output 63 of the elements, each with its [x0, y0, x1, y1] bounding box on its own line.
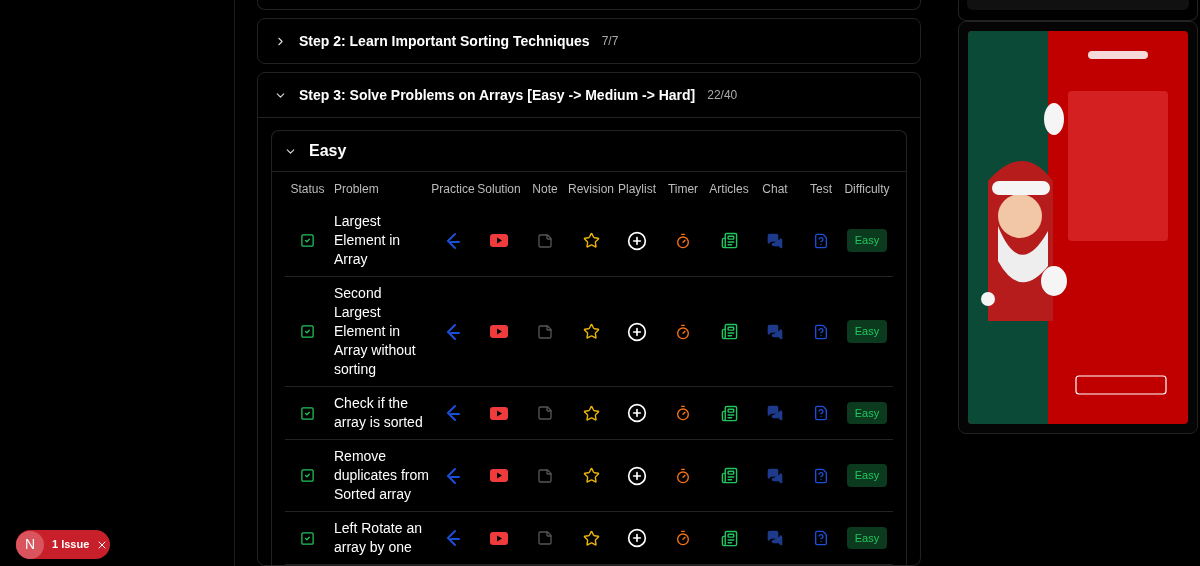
problem-title[interactable]: Remove duplicates from Sorted array — [330, 447, 430, 504]
checkbox[interactable] — [300, 468, 315, 483]
plus-circle-icon[interactable] — [627, 321, 647, 342]
column-header: Difficulty — [844, 180, 890, 198]
video-play-icon[interactable] — [490, 325, 508, 338]
difficulty-tag: Easy — [846, 464, 888, 487]
plus-circle-icon[interactable] — [627, 403, 647, 423]
column-header: Problem — [333, 180, 380, 198]
section-header[interactable]: Easy — [272, 131, 906, 172]
problem-title[interactable]: Second Largest Element in Array without sorting — [330, 284, 430, 379]
plus-circle-icon[interactable] — [627, 465, 647, 486]
column-header: Status — [289, 180, 326, 198]
test-icon[interactable] — [813, 467, 829, 484]
test-icon[interactable] — [813, 405, 829, 421]
star-icon[interactable] — [582, 467, 600, 484]
problem-title[interactable]: Left Rotate an array by one — [330, 519, 430, 557]
step-header[interactable]: Step 3: Solve Problems on Arrays [Easy -> Medium -> Hard] 22/40 — [258, 73, 920, 118]
difficulty-tag: Easy — [846, 401, 888, 425]
timer-icon[interactable] — [675, 323, 691, 340]
checkbox[interactable] — [300, 324, 315, 339]
problem-title[interactable]: Check if the array is sorted — [330, 394, 430, 432]
article-icon[interactable] — [720, 232, 738, 249]
column-header: Timer — [666, 180, 700, 198]
video-play-icon[interactable] — [490, 234, 508, 247]
video-play-icon[interactable] — [490, 406, 508, 420]
video-play-icon[interactable] — [490, 531, 508, 545]
plus-circle-icon[interactable] — [627, 230, 647, 251]
problem-title[interactable]: Largest Element in Array — [330, 212, 430, 269]
issue-badge[interactable]: N 1 Issue — [16, 530, 110, 559]
test-icon[interactable] — [813, 323, 829, 340]
article-icon[interactable] — [720, 323, 738, 340]
difficulty-tag: Easy — [846, 229, 888, 252]
column-header: Solution — [476, 180, 522, 198]
timer-icon[interactable] — [675, 232, 691, 249]
issue-count: 1 Issue — [52, 537, 90, 553]
test-icon[interactable] — [813, 232, 829, 249]
checkbox[interactable] — [300, 405, 315, 421]
column-header: Articles — [708, 180, 750, 198]
star-icon[interactable] — [582, 529, 600, 547]
article-icon[interactable] — [720, 529, 738, 547]
checkbox[interactable] — [300, 233, 315, 248]
test-icon[interactable] — [813, 530, 829, 546]
timer-icon[interactable] — [675, 405, 691, 421]
star-icon[interactable] — [582, 404, 600, 422]
plus-circle-icon[interactable] — [627, 528, 647, 548]
column-header: Chat — [761, 180, 789, 198]
article-icon[interactable] — [720, 467, 738, 484]
difficulty-tag: Easy — [846, 526, 888, 550]
article-icon[interactable] — [720, 404, 738, 422]
video-play-icon[interactable] — [490, 469, 508, 482]
column-header: Playlist — [617, 180, 657, 198]
avatar: N — [16, 530, 44, 559]
column-header: Revision — [568, 180, 614, 198]
column-header: Test — [809, 180, 833, 198]
checkbox[interactable] — [300, 530, 315, 546]
timer-icon[interactable] — [675, 467, 691, 484]
difficulty-tag: Easy — [846, 320, 888, 343]
timer-icon[interactable] — [675, 530, 691, 546]
star-icon[interactable] — [582, 232, 600, 249]
column-header: Note — [531, 180, 559, 198]
star-icon[interactable] — [582, 323, 600, 340]
step-header[interactable]: Step 2: Learn Important Sorting Techniques 7/7 — [258, 19, 920, 63]
column-header: Practice — [430, 180, 476, 198]
